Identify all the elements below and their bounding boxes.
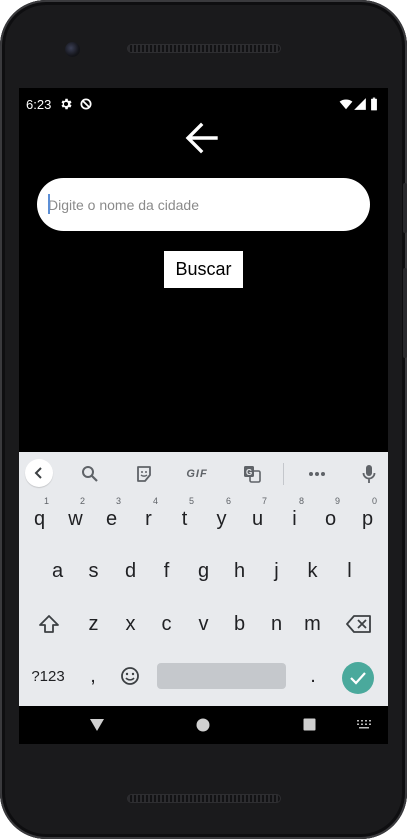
key-v[interactable]: v [185,600,222,648]
key-r[interactable]: r4 [130,495,167,543]
key-o[interactable]: o9 [312,495,349,543]
more-icon [309,472,325,476]
backspace-key[interactable] [339,600,379,648]
key-m[interactable]: m [294,600,331,648]
data-saver-icon [80,98,92,110]
key-w[interactable]: w2 [57,495,94,543]
key-q[interactable]: q1 [21,495,58,543]
enter-key[interactable] [342,662,374,694]
sticker-icon [137,466,151,482]
key-h[interactable]: h [221,547,258,595]
voice-input-button[interactable] [360,463,378,485]
keyboard-switch-icon[interactable] [357,720,371,731]
phone-frame: 6:23 Buscar [0,0,407,839]
wifi-icon [339,99,353,110]
shift-icon [39,615,59,633]
key-n[interactable]: n [258,600,295,648]
key-j[interactable]: j [258,547,295,595]
comma-key[interactable]: , [77,652,109,700]
key-z[interactable]: z [75,600,112,648]
battery-icon [371,97,377,111]
on-screen-keyboard: GIF G q 1 w 2 e 3 r 4 t 5 y 6 u 7 i 8 o … [19,452,388,706]
spacebar[interactable] [157,663,286,689]
bottom-speaker-grille [127,794,281,803]
emoji-key[interactable] [115,652,145,700]
translate-icon: G [244,466,261,483]
volume-button [403,268,407,358]
signal-icon [354,98,366,110]
front-camera [65,42,80,57]
recents-square-icon[interactable] [303,718,316,731]
emoji-icon [121,667,139,685]
arrow-left-icon[interactable] [184,120,220,156]
checkmark-icon [350,672,366,685]
period-key[interactable]: . [297,652,329,700]
key-f[interactable]: f [148,547,185,595]
key-l[interactable]: l [331,547,368,595]
status-time: 6:23 [26,97,52,112]
key-p[interactable]: p0 [349,495,386,543]
key-x[interactable]: x [112,600,149,648]
system-nav-bar [19,706,388,744]
search-icon [82,466,98,482]
shift-key[interactable] [29,600,69,648]
mic-icon [362,465,376,483]
more-options-button[interactable] [306,463,328,485]
gif-button[interactable]: GIF [184,463,210,485]
top-speaker-grille [127,44,281,53]
chevron-left-icon [34,467,42,479]
svg-text:G: G [246,468,252,477]
keyboard-toolbar: GIF G [19,452,388,496]
settings-icon [61,98,72,110]
back-triangle-icon[interactable] [89,717,105,733]
key-c[interactable]: c [148,600,185,648]
key-s[interactable]: s [75,547,112,595]
city-search-input[interactable] [37,178,370,231]
key-y[interactable]: y6 [203,495,240,543]
text-cursor [48,194,50,214]
key-u[interactable]: u7 [239,495,276,543]
screen: 6:23 Buscar [19,88,388,744]
key-b[interactable]: b [221,600,258,648]
key-k[interactable]: k [294,547,331,595]
backspace-icon [346,615,371,633]
gif-label: GIF [186,468,208,480]
sticker-button[interactable] [133,463,155,485]
symbols-key[interactable]: ?123 [23,652,73,700]
toolbar-divider [283,463,284,485]
key-t[interactable]: t5 [166,495,203,543]
status-bar: 6:23 [19,88,388,120]
key-e[interactable]: e3 [93,495,130,543]
key-g[interactable]: g [185,547,222,595]
key-d[interactable]: d [112,547,149,595]
translate-button[interactable]: G [241,463,263,485]
keyboard-search-button[interactable] [79,463,101,485]
collapse-keyboard-button[interactable] [25,459,53,487]
key-i[interactable]: i8 [276,495,313,543]
power-button [403,183,407,233]
search-button[interactable]: Buscar [164,251,243,288]
home-circle-icon[interactable] [196,718,210,732]
key-a[interactable]: a [39,547,76,595]
